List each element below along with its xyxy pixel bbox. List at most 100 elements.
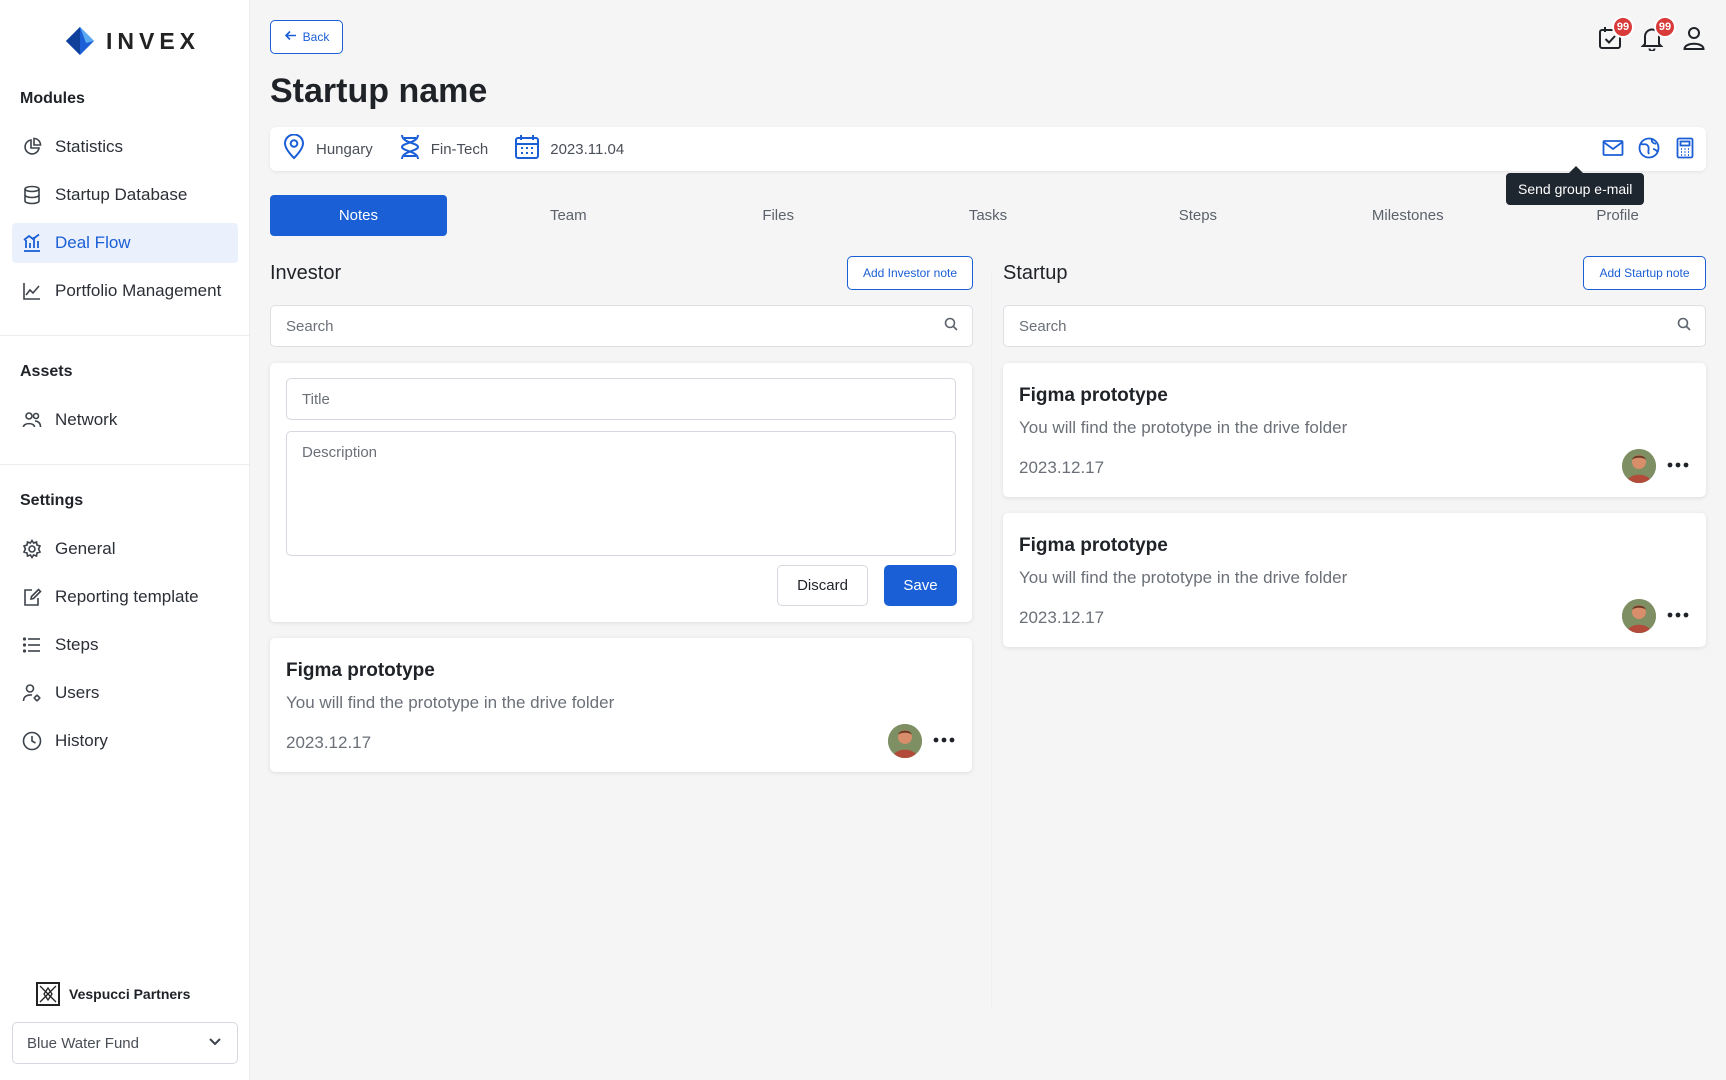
brand-logo[interactable]: INVEX [64,25,200,57]
gear-icon [20,537,44,561]
sidebar-item-label: Statistics [55,137,124,156]
sidebar-item-label: Reporting template [55,587,199,606]
add-investor-note-button[interactable]: Add Investor note [847,256,973,290]
back-button-label: Back [302,30,330,44]
sidebar-item-startup-database[interactable]: Startup Database [12,175,238,215]
pie-chart-icon [20,135,44,159]
sidebar-item-deal-flow[interactable]: Deal Flow [12,223,238,263]
organization-logo-icon [36,982,60,1006]
sidebar-item-label: General [55,539,116,558]
sidebar-item-label: History [55,731,108,750]
startup-note-card[interactable]: Figma prototype You will find the protot… [1003,513,1706,647]
tab-profile[interactable]: Profile [1529,195,1706,236]
tab-files[interactable]: Files [690,195,867,236]
sidebar-item-history[interactable]: History [12,721,238,761]
author-avatar[interactable] [1622,449,1656,483]
globe-icon[interactable] [1638,137,1660,164]
sidebar-item-reporting-template[interactable]: Reporting template [12,577,238,617]
sidebar-divider [0,464,250,465]
startup-search-input[interactable] [1019,317,1624,335]
startup-search [1003,305,1706,347]
notifications-badge: 99 [1654,16,1676,38]
author-avatar[interactable] [888,724,922,758]
sidebar-item-general[interactable]: General [12,529,238,569]
search-icon[interactable] [1677,317,1691,336]
add-startup-note-button[interactable]: Add Startup note [1583,256,1706,290]
fund-select-value: Blue Water Fund [27,1034,139,1052]
sidebar-item-label: Users [55,683,100,702]
line-chart-icon [20,279,44,303]
tab-milestones[interactable]: Milestones [1319,195,1496,236]
organization-name: Vespucci Partners [69,986,191,1002]
sidebar: INVEX Modules Statistics Startup Databas… [0,0,250,1080]
note-date: 2023.12.17 [1019,458,1105,477]
note-title: Figma prototype [286,660,435,681]
profile-button[interactable] [1680,22,1708,56]
sidebar-item-statistics[interactable]: Statistics [12,127,238,167]
tab-notes[interactable]: Notes [270,195,447,236]
startup-tabs: Notes Team Files Tasks Steps Milestones … [270,195,1706,236]
search-icon[interactable] [944,317,958,336]
fund-select[interactable]: Blue Water Fund [12,1022,238,1064]
dna-icon [399,134,421,164]
clock-icon [20,729,44,753]
note-description: You will find the prototype in the drive… [286,693,615,712]
save-button[interactable]: Save [884,565,957,606]
top-actions: 99 99 [1596,16,1708,56]
note-title: Figma prototype [1019,535,1168,556]
more-options-icon[interactable] [928,724,960,756]
edit-document-icon [20,585,44,609]
sidebar-item-steps[interactable]: Steps [12,625,238,665]
tab-tasks[interactable]: Tasks [900,195,1077,236]
mail-icon[interactable] [1602,137,1624,164]
startup-location: Hungary [282,133,373,164]
investor-column-title: Investor [270,262,342,284]
sidebar-item-label: Deal Flow [55,233,131,252]
tasks-button[interactable]: 99 [1596,16,1634,56]
brand-logo-icon [66,27,94,55]
sidebar-item-network[interactable]: Network [12,400,238,440]
sidebar-item-label: Portfolio Management [55,281,222,300]
database-icon [20,183,44,207]
modules-section-title: Modules [20,90,85,107]
startup-date: 2023.11.04 [514,134,624,164]
sidebar-item-label: Startup Database [55,185,188,204]
sidebar-item-label: Steps [55,635,99,654]
note-title-input[interactable] [286,378,956,420]
note-description-input[interactable] [286,431,956,556]
calendar-icon [514,134,540,164]
tab-steps[interactable]: Steps [1109,195,1286,236]
column-divider [991,270,992,1010]
organization: Vespucci Partners [36,982,190,1006]
discard-button[interactable]: Discard [777,565,868,606]
location-text: Hungary [316,140,373,158]
bar-chart-icon [20,231,44,255]
startup-industry: Fin-Tech [399,134,488,164]
more-options-icon[interactable] [1662,599,1694,631]
arrow-left-icon [284,29,297,45]
user-settings-icon [20,681,44,705]
sidebar-divider [0,335,250,336]
new-note-form: Discard Save [270,363,972,622]
tab-team[interactable]: Team [480,195,657,236]
note-description: You will find the prototype in the drive… [1019,568,1348,587]
settings-section-title: Settings [20,492,84,509]
startup-note-card[interactable]: Figma prototype You will find the protot… [1003,363,1706,497]
notifications-button[interactable]: 99 [1638,16,1676,56]
info-actions [1602,137,1696,164]
date-text: 2023.11.04 [550,140,625,158]
note-description: You will find the prototype in the drive… [1019,418,1348,437]
sidebar-item-users[interactable]: Users [12,673,238,713]
back-button[interactable]: Back [270,20,343,54]
brand-name: INVEX [106,27,201,54]
investor-note-card[interactable]: Figma prototype You will find the protot… [270,638,972,772]
note-date: 2023.12.17 [286,733,372,752]
sidebar-item-portfolio-management[interactable]: Portfolio Management [12,271,238,311]
more-options-icon[interactable] [1662,449,1694,481]
author-avatar[interactable] [1622,599,1656,633]
location-pin-icon [282,133,306,164]
assets-section-title: Assets [20,363,73,380]
investor-search-input[interactable] [286,317,891,335]
calculator-icon[interactable] [1674,137,1696,164]
list-icon [20,633,44,657]
